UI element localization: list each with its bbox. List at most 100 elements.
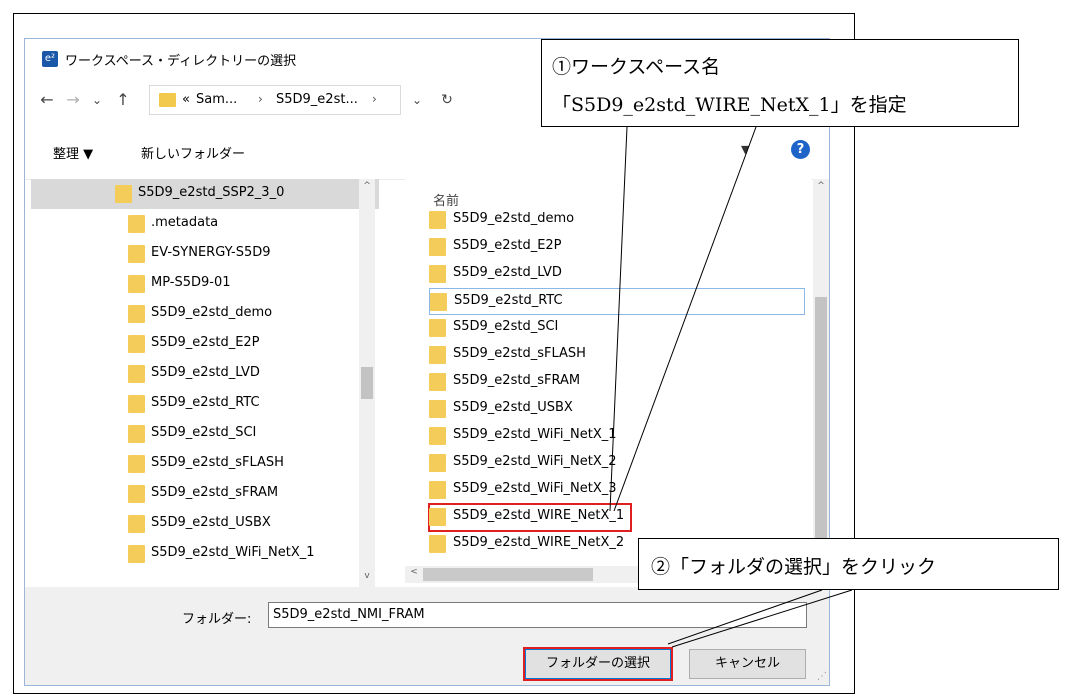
list-item-label: S5D9_e2std_sFRAM	[453, 373, 581, 388]
help-icon[interactable]: ?	[791, 140, 810, 159]
folder-icon	[128, 275, 145, 293]
folder-icon	[429, 535, 446, 553]
list-item[interactable]: S5D9_e2std_RTC	[429, 288, 805, 315]
tree-item[interactable]: S5D9_e2std_E2P	[31, 329, 379, 359]
tree-item[interactable]: S5D9_e2std_demo	[31, 299, 379, 329]
breadcrumb-sam[interactable]: Sam...	[196, 92, 237, 107]
list-item-label: S5D9_e2std_RTC	[454, 293, 563, 308]
scroll-thumb[interactable]	[423, 568, 593, 581]
folder-icon	[128, 335, 145, 353]
scroll-thumb[interactable]	[361, 367, 373, 399]
tree-item[interactable]: S5D9_e2std_WiFi_NetX_1	[31, 539, 379, 569]
breadcrumb-separator[interactable]: ›	[372, 92, 377, 106]
folder-icon	[128, 515, 145, 533]
breadcrumb-overflow[interactable]: «	[182, 92, 190, 107]
tree-item-label: S5D9_e2std_LVD	[151, 365, 260, 380]
folder-icon	[128, 305, 145, 323]
tree-item-label: MP-S5D9-01	[151, 275, 231, 290]
recent-locations-button[interactable]: ⌄	[85, 87, 109, 113]
refresh-button[interactable]: ↻	[435, 87, 459, 113]
folder-name-input[interactable]: S5D9_e2std_NMI_FRAM	[268, 602, 807, 628]
navigation-tree: S5D9_e2std_SSP2_3_0 .metadata EV-SYNERGY…	[31, 179, 379, 587]
address-bar[interactable]: « Sam... › S5D9_e2st... ›	[149, 85, 401, 115]
tree-item-label: S5D9_e2std_sFRAM	[151, 485, 279, 500]
folder-icon	[430, 293, 447, 311]
tree-item[interactable]: .metadata	[31, 209, 379, 239]
column-header-name[interactable]: 名前	[433, 190, 459, 209]
callout-text: ①ワークスペース名	[552, 56, 721, 78]
back-button[interactable]: ←	[35, 87, 59, 113]
cancel-button[interactable]: キャンセル	[689, 649, 806, 679]
up-button[interactable]: ↑	[111, 87, 135, 113]
tree-item-label: S5D9_e2std_SSP2_3_0	[138, 185, 285, 200]
folder-icon	[128, 395, 145, 413]
dialog-footer: フォルダー: S5D9_e2std_NMI_FRAM フォルダーの選択 キャンセ…	[25, 587, 829, 685]
tree-item-label: S5D9_e2std_sFLASH	[151, 455, 284, 470]
folder-icon	[429, 265, 446, 283]
breadcrumb-separator[interactable]: ›	[258, 92, 263, 106]
tree-item-label: .metadata	[151, 215, 219, 230]
list-item-label: S5D9_e2std_WIRE_NetX_2	[453, 535, 625, 550]
breadcrumb-s5d9[interactable]: S5D9_e2st...	[276, 92, 358, 107]
list-item-label: S5D9_e2std_USBX	[453, 400, 573, 415]
tree-item[interactable]: EV-SYNERGY-S5D9	[31, 239, 379, 269]
folder-icon	[115, 185, 132, 203]
folder-icon	[429, 481, 446, 499]
folder-icon	[429, 427, 446, 445]
folder-field-label: フォルダー:	[182, 612, 252, 627]
tree-item-label: S5D9_e2std_E2P	[151, 335, 260, 350]
forward-button[interactable]: →	[61, 87, 85, 113]
scroll-up-arrow[interactable]: ^	[813, 181, 829, 191]
view-options-button[interactable]: ▼	[741, 143, 749, 156]
callout-text: 「S5D9_e2std_WIRE_NetX_1」を指定	[552, 94, 907, 116]
list-item-wire-netx-1[interactable]: S5D9_e2std_WIRE_NetX_1	[428, 503, 632, 532]
tree-item[interactable]: S5D9_e2std_sFRAM	[31, 479, 379, 509]
folder-icon	[429, 400, 446, 418]
tree-item-label: S5D9_e2std_SCI	[151, 425, 257, 440]
tree-vertical-scrollbar[interactable]: ^ v	[359, 179, 375, 587]
toolbar: 整理 ▼ 新しいフォルダー ▼ ?	[25, 123, 829, 180]
annotation-callout-select-folder: ②「フォルダの選択」をクリック	[638, 538, 1059, 590]
select-folder-button[interactable]: フォルダーの選択	[523, 647, 673, 681]
list-item-label: S5D9_e2std_sFLASH	[453, 346, 586, 361]
folder-icon	[429, 508, 446, 526]
resize-grip-icon[interactable]: ⋰	[817, 671, 827, 682]
organize-button[interactable]: 整理 ▼	[53, 143, 93, 162]
tree-item[interactable]: MP-S5D9-01	[31, 269, 379, 299]
list-item-label: S5D9_e2std_WiFi_NetX_1	[453, 427, 617, 442]
folder-icon	[128, 425, 145, 443]
tree-item[interactable]: S5D9_e2std_sFLASH	[31, 449, 379, 479]
annotation-callout-workspace: ①ワークスペース名 「S5D9_e2std_WIRE_NetX_1」を指定	[541, 39, 1019, 127]
folder-icon	[128, 485, 145, 503]
tree-item[interactable]: S5D9_e2std_USBX	[31, 509, 379, 539]
folder-icon	[128, 215, 145, 233]
tree-item[interactable]: S5D9_e2std_SCI	[31, 419, 379, 449]
callout-text: ②「フォルダの選択」をクリック	[651, 556, 937, 578]
folder-icon	[128, 245, 145, 263]
list-item-label: S5D9_e2std_E2P	[453, 238, 562, 253]
folder-icon	[128, 455, 145, 473]
list-item-label: S5D9_e2std_LVD	[453, 265, 562, 280]
tree-item[interactable]: S5D9_e2std_RTC	[31, 389, 379, 419]
list-item-label: S5D9_e2std_demo	[453, 211, 575, 226]
tree-item-label: EV-SYNERGY-S5D9	[151, 245, 271, 260]
list-vertical-scrollbar[interactable]: ^	[813, 179, 829, 587]
tree-item[interactable]: S5D9_e2std_SSP2_3_0	[31, 179, 379, 209]
app-icon: e²	[42, 51, 58, 67]
list-item-label: S5D9_e2std_WiFi_NetX_2	[453, 454, 617, 469]
new-folder-button[interactable]: 新しいフォルダー	[141, 143, 245, 162]
scroll-down-arrow[interactable]: v	[359, 571, 375, 581]
folder-icon	[429, 346, 446, 364]
scroll-left-arrow[interactable]: <	[406, 567, 422, 577]
scroll-thumb[interactable]	[815, 297, 827, 553]
tree-item-label: S5D9_e2std_USBX	[151, 515, 271, 530]
list-item-label: S5D9_e2std_SCI	[453, 319, 559, 334]
file-list: 名前 S5D9_e2std_demo S5D9_e2std_E2P S5D9_e…	[405, 179, 811, 566]
list-item-label: S5D9_e2std_WIRE_NetX_1	[453, 508, 625, 523]
scroll-up-arrow[interactable]: ^	[359, 181, 375, 191]
tree-item[interactable]: S5D9_e2std_LVD	[31, 359, 379, 389]
address-dropdown-button[interactable]: ⌄	[405, 87, 429, 113]
tree-item-label: S5D9_e2std_demo	[151, 305, 273, 320]
folder-icon	[128, 365, 145, 383]
folder-icon	[429, 211, 446, 229]
